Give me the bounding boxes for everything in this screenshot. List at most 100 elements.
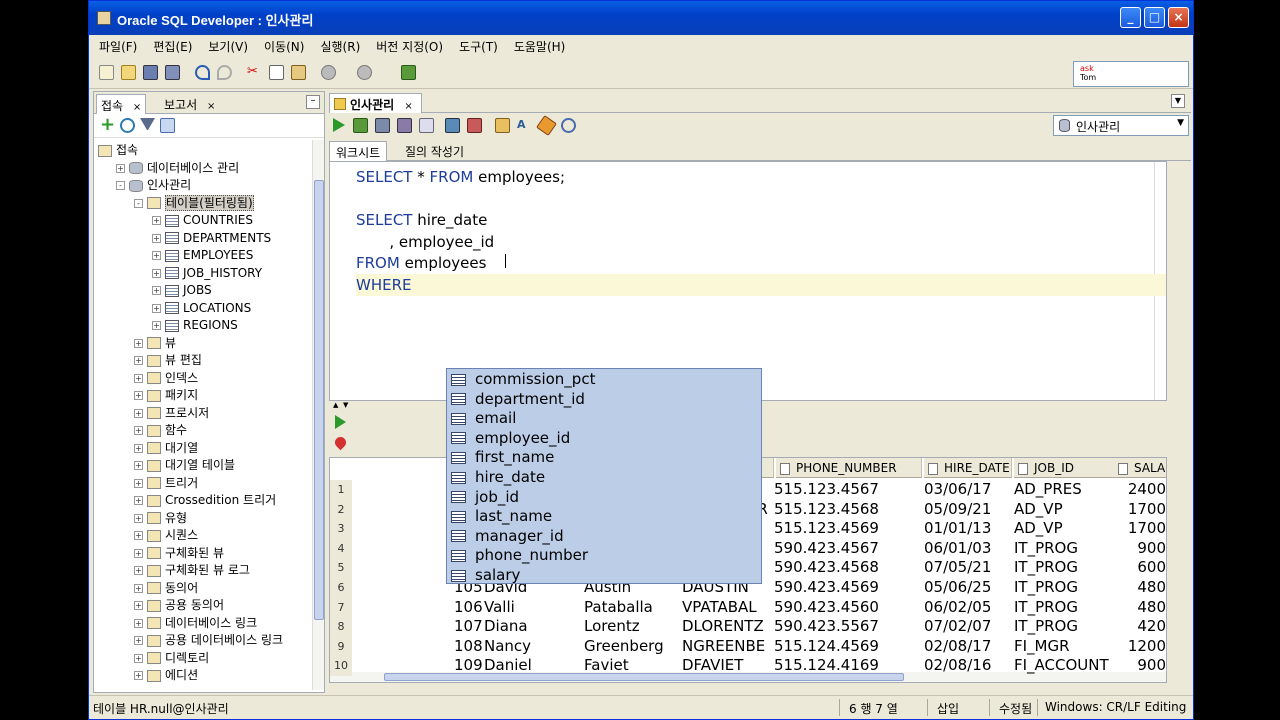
- column-header[interactable]: SALAF: [1114, 458, 1166, 478]
- table-cell[interactable]: 05/06/25: [924, 578, 1012, 598]
- table-cell[interactable]: AD_VP: [1014, 519, 1116, 539]
- table-cell[interactable]: 515.124.4169: [774, 656, 922, 676]
- run-script-icon[interactable]: [353, 118, 368, 133]
- tab-reports[interactable]: 보고서 ×: [160, 94, 219, 114]
- expand-icon[interactable]: +: [152, 251, 161, 260]
- format-icon[interactable]: A: [517, 118, 532, 133]
- table-cell[interactable]: IT_PROG: [1014, 558, 1116, 578]
- table-cell[interactable]: 480: [1118, 598, 1166, 618]
- tree-item[interactable]: - 테이블(필터링됨): [134, 194, 254, 212]
- table-cell[interactable]: 600: [1118, 558, 1166, 578]
- tree-item[interactable]: + 트리거: [134, 475, 198, 492]
- tree-item[interactable]: + 공용 데이터베이스 링크: [134, 632, 283, 649]
- tree-item-table[interactable]: + LOCATIONS: [152, 300, 251, 317]
- maximize-button[interactable]: □: [1144, 7, 1165, 28]
- tree-item-table[interactable]: + REGIONS: [152, 317, 238, 334]
- table-cell[interactable]: 515.123.4568: [774, 500, 922, 520]
- tree-item[interactable]: + 데이터베이스 링크: [134, 615, 257, 632]
- expand-icon[interactable]: +: [134, 391, 143, 400]
- tree-item[interactable]: 접속: [98, 142, 138, 159]
- minimize-button[interactable]: _: [1120, 7, 1141, 28]
- find-icon[interactable]: [561, 118, 576, 133]
- tree-item[interactable]: + 구체화된 뷰: [134, 545, 224, 562]
- tree-item[interactable]: + 시퀀스: [134, 527, 198, 544]
- commit-icon[interactable]: [375, 118, 390, 133]
- table-cell[interactable]: Greenberg: [584, 637, 682, 657]
- tree-item[interactable]: + 동의어: [134, 580, 198, 597]
- autocomplete-item[interactable]: job_id: [447, 488, 519, 508]
- expand-icon[interactable]: +: [116, 163, 125, 173]
- expand-icon[interactable]: +: [134, 618, 143, 628]
- table-cell[interactable]: 2400: [1118, 480, 1166, 500]
- tree-item[interactable]: + Crossedition 트리거: [134, 492, 276, 509]
- run-statement-icon[interactable]: [333, 118, 345, 132]
- refresh-icon[interactable]: [120, 118, 135, 133]
- table-cell[interactable]: Lorentz: [584, 617, 682, 637]
- new-icon[interactable]: [99, 65, 114, 80]
- table-cell[interactable]: 02/08/16: [924, 656, 1012, 676]
- table-row[interactable]: 9 108 Nancy Greenberg NGREENBE 515.124.4569 02…: [330, 636, 1166, 657]
- table-cell[interactable]: 590.423.4567: [774, 539, 922, 559]
- table-cell[interactable]: 590.423.4568: [774, 558, 922, 578]
- expand-icon[interactable]: +: [134, 513, 143, 523]
- autocomplete-item[interactable]: department_id: [447, 390, 585, 410]
- expand-icon[interactable]: +: [134, 426, 143, 435]
- expand-icon[interactable]: +: [134, 531, 143, 540]
- expand-icon[interactable]: +: [134, 373, 143, 383]
- column-header[interactable]: HIRE_DATE: [924, 458, 1012, 478]
- tree-item[interactable]: + 디렉토리: [134, 650, 209, 667]
- tree-item[interactable]: + 에디션: [134, 667, 198, 684]
- help-search-box[interactable]: ask Tom: [1073, 61, 1189, 87]
- autocomplete-item[interactable]: phone_number: [447, 546, 588, 566]
- table-cell[interactable]: Daniel: [484, 656, 584, 676]
- expand-icon[interactable]: +: [152, 303, 161, 313]
- table-cell[interactable]: 108: [454, 637, 484, 657]
- save-icon[interactable]: [143, 65, 158, 80]
- table-cell[interactable]: 590.423.5567: [774, 617, 922, 637]
- migrate-icon[interactable]: [401, 65, 416, 80]
- table-cell[interactable]: FI_MGR: [1014, 637, 1116, 657]
- table-cell[interactable]: 480: [1118, 578, 1166, 598]
- table-cell[interactable]: 1700: [1118, 519, 1166, 539]
- table-cell[interactable]: Valli: [484, 598, 584, 618]
- menu-item[interactable]: 버전 지정(O): [370, 35, 449, 58]
- close-icon[interactable]: ×: [404, 101, 412, 112]
- autocomplete-item[interactable]: last_name: [447, 507, 552, 527]
- eraser-icon[interactable]: [536, 115, 557, 136]
- table-cell[interactable]: 07/02/07: [924, 617, 1012, 637]
- table-cell[interactable]: 03/06/17: [924, 480, 1012, 500]
- collapse-down-icon[interactable]: ▼: [343, 401, 348, 409]
- cut-icon[interactable]: ✂: [247, 65, 262, 80]
- table-cell[interactable]: FI_ACCOUNT: [1014, 656, 1116, 676]
- tree-item[interactable]: + 패키지: [134, 387, 198, 404]
- redo-icon[interactable]: [217, 65, 232, 80]
- schema-browser-icon[interactable]: [160, 118, 175, 133]
- tree-item-table[interactable]: + JOBS: [152, 282, 212, 299]
- autocomplete-item[interactable]: salary: [447, 566, 520, 586]
- tree-item-table[interactable]: + EMPLOYEES: [152, 247, 253, 264]
- menu-item[interactable]: 이동(N): [258, 35, 310, 58]
- table-cell[interactable]: Diana: [484, 617, 584, 637]
- autocomplete-item[interactable]: first_name: [447, 448, 554, 468]
- tree-item-table[interactable]: + COUNTRIES: [152, 212, 253, 229]
- table-cell[interactable]: 900: [1118, 539, 1166, 559]
- tree-item[interactable]: + 유형: [134, 510, 187, 527]
- expand-icon[interactable]: +: [134, 496, 143, 505]
- menu-item[interactable]: 보기(V): [202, 35, 254, 58]
- close-icon[interactable]: ×: [207, 101, 215, 112]
- table-cell[interactable]: 01/01/13: [924, 519, 1012, 539]
- table-cell[interactable]: IT_PROG: [1014, 598, 1116, 618]
- table-row[interactable]: 7 106 Valli Pataballa VPATABAL 590.423.4560 06…: [330, 597, 1166, 618]
- table-cell[interactable]: Pataballa: [584, 598, 682, 618]
- filter-icon[interactable]: [140, 118, 155, 133]
- table-cell[interactable]: DLORENTZ: [682, 617, 774, 637]
- rollback-icon[interactable]: [397, 118, 412, 133]
- add-connection-icon[interactable]: +: [100, 116, 115, 134]
- tree-item[interactable]: + 구체화된 뷰 로그: [134, 562, 250, 579]
- pin-icon[interactable]: [332, 434, 349, 451]
- table-cell[interactable]: 590.423.4560: [774, 598, 922, 618]
- menu-item[interactable]: 편집(E): [147, 35, 198, 58]
- expand-icon[interactable]: +: [134, 443, 143, 453]
- table-row[interactable]: 10 109 Daniel Faviet DFAVIET 515.124.4169 02/0…: [330, 656, 1166, 676]
- collapse-up-icon[interactable]: ▲: [333, 401, 338, 409]
